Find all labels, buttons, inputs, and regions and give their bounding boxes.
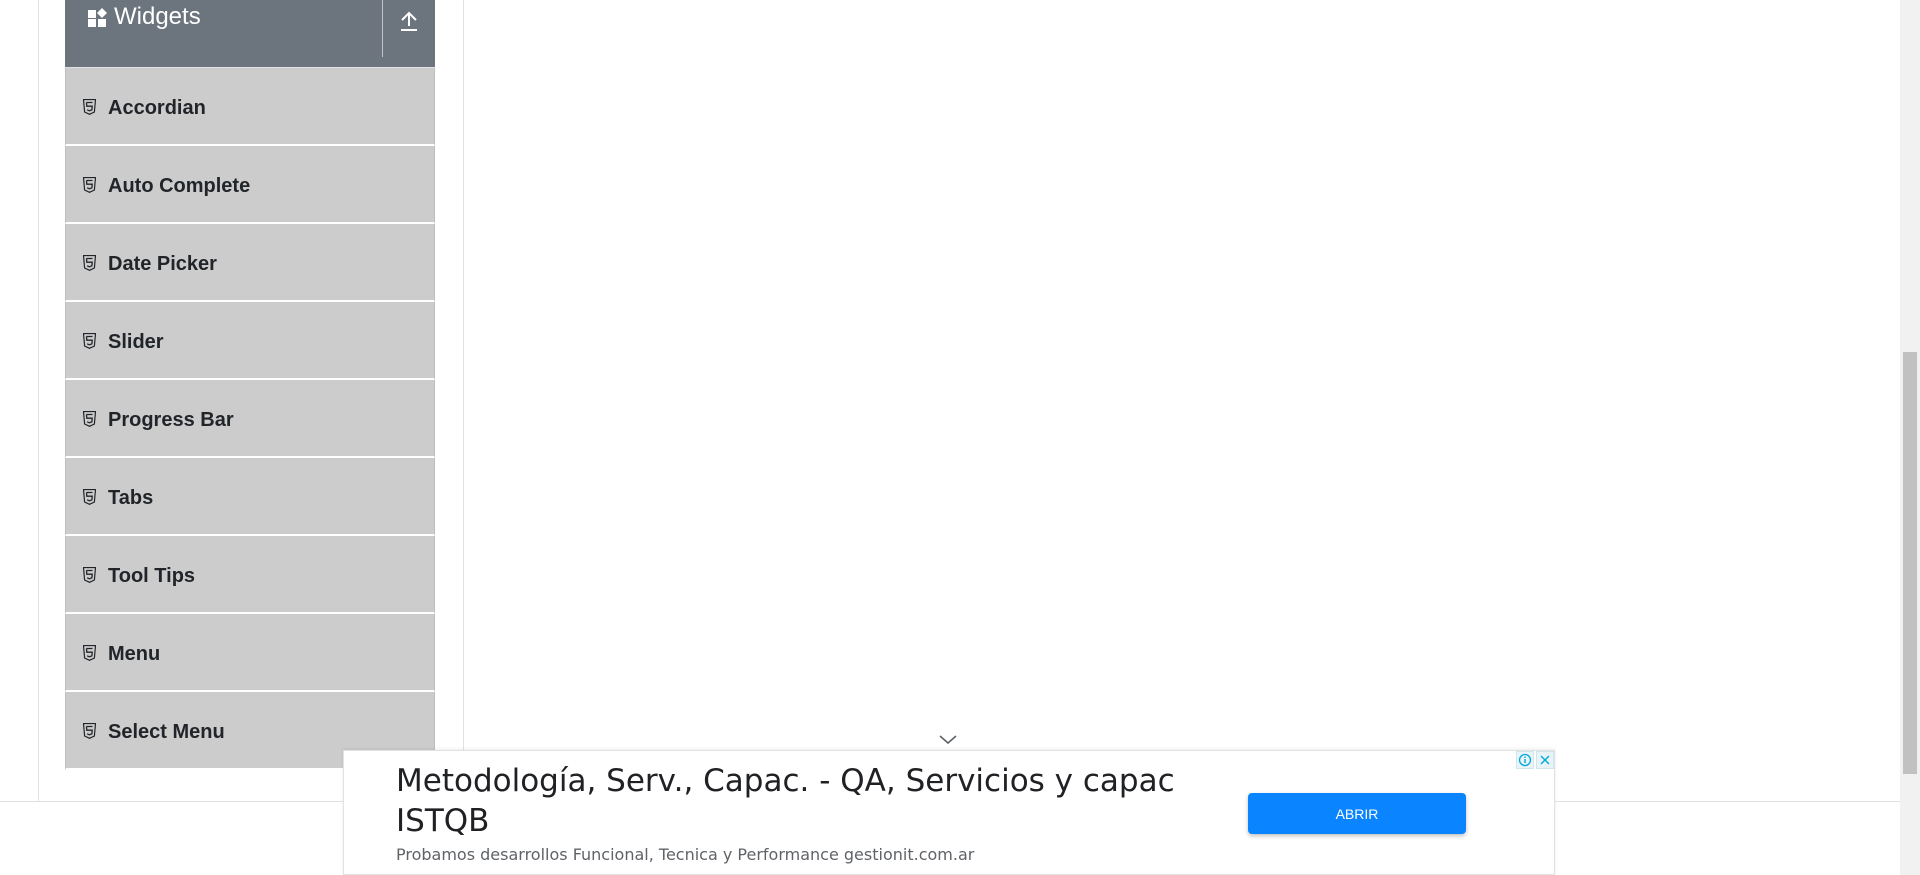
chevron-down-icon[interactable]	[938, 734, 958, 746]
menu-item-date-picker[interactable]: Date Picker	[65, 224, 435, 302]
menu-item-label: Accordian	[108, 97, 206, 119]
menu-item-label: Progress Bar	[108, 409, 234, 431]
ad-banner[interactable]: Metodología, Serv., Capac. - QA, Servici…	[343, 750, 1555, 875]
menu-item-tabs[interactable]: Tabs	[65, 458, 435, 536]
menu-item-slider[interactable]: Slider	[65, 302, 435, 380]
ad-open-button[interactable]: ABRIR	[1248, 793, 1466, 834]
content-divider	[463, 0, 464, 802]
widgets-icon	[88, 8, 107, 27]
menu-item-progress-bar[interactable]: Progress Bar	[65, 380, 435, 458]
scrollbar-thumb[interactable]	[1903, 352, 1917, 774]
menu-item-accordian[interactable]: Accordian	[65, 68, 435, 146]
ad-headline[interactable]: Metodología, Serv., Capac. - QA, Servici…	[396, 761, 1196, 841]
html5-icon	[83, 99, 96, 115]
html5-icon	[83, 645, 96, 661]
menu-item-menu[interactable]: Menu	[65, 614, 435, 692]
menu-item-label: Tabs	[108, 487, 154, 509]
html5-icon	[83, 177, 96, 193]
info-icon[interactable]	[1516, 751, 1534, 769]
close-icon[interactable]	[1536, 751, 1554, 769]
html5-icon	[83, 411, 96, 427]
menu-item-tool-tips[interactable]: Tool Tips	[65, 536, 435, 614]
page: Widgets Accordian Auto Complete Date Pic…	[0, 0, 1920, 875]
menu-item-label: Slider	[108, 331, 164, 353]
menu-item-auto-complete[interactable]: Auto Complete	[65, 146, 435, 224]
ad-choices	[1514, 751, 1554, 769]
menu-item-label: Menu	[108, 643, 161, 665]
left-sidebar: Widgets Accordian Auto Complete Date Pic…	[65, 0, 435, 770]
html5-icon	[83, 723, 96, 739]
html5-icon	[83, 255, 96, 271]
menu-item-label: Tool Tips	[108, 565, 196, 587]
widgets-group-title: Widgets	[114, 3, 201, 30]
html5-icon	[83, 489, 96, 505]
container-border-left	[38, 0, 39, 802]
menu-item-label: Select Menu	[108, 721, 225, 743]
html5-icon	[83, 333, 96, 349]
collapse-group-button[interactable]	[382, 0, 435, 57]
widgets-group-header[interactable]: Widgets	[65, 0, 435, 68]
upload-arrow-icon	[401, 11, 417, 31]
menu-item-label: Date Picker	[108, 253, 217, 275]
ad-description[interactable]: Probamos desarrollos Funcional, Tecnica …	[396, 845, 974, 865]
menu-item-label: Auto Complete	[108, 175, 251, 197]
widgets-menu-list: Accordian Auto Complete Date Picker Slid…	[65, 68, 435, 770]
html5-icon	[83, 567, 96, 583]
